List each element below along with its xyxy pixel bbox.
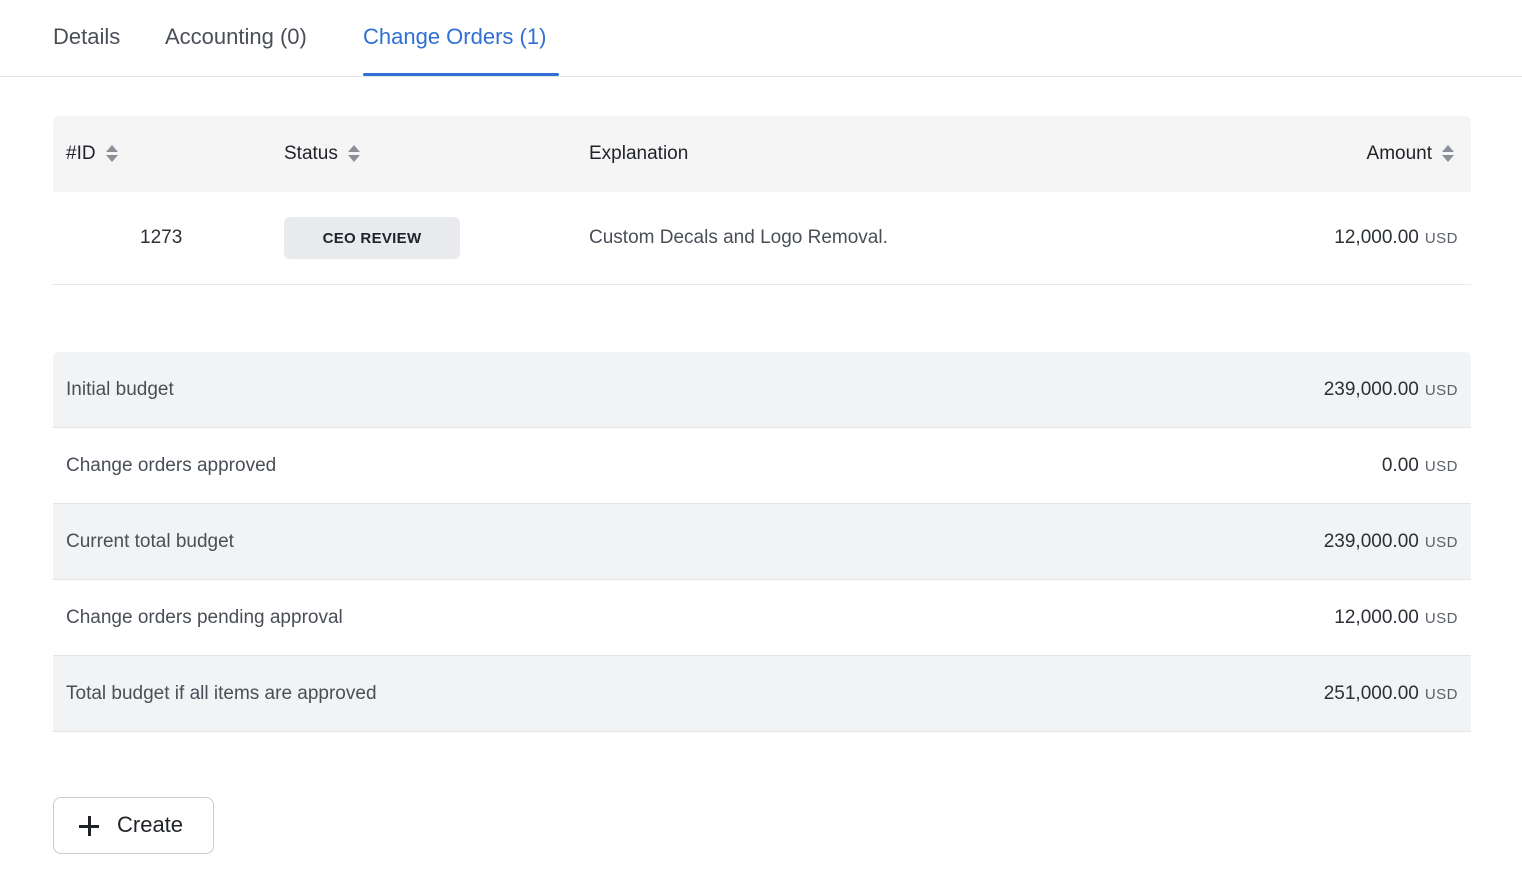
- plus-icon: [79, 816, 99, 836]
- summary-row-total-if-approved: Total budget if all items are approved 2…: [53, 656, 1471, 732]
- table-header: #ID Status Explanation Amount: [53, 116, 1471, 192]
- sort-icon[interactable]: [105, 144, 118, 164]
- currency-label: USD: [1424, 533, 1458, 551]
- column-header-id-label: #ID: [66, 143, 96, 164]
- change-orders-table: #ID Status Explanation Amount 1273 CEO R…: [53, 116, 1471, 285]
- sort-icon[interactable]: [1442, 144, 1454, 164]
- summary-label: Current total budget: [66, 531, 234, 552]
- column-header-amount[interactable]: Amount: [1367, 116, 1454, 192]
- budget-summary: Initial budget 239,000.00 USD Change ord…: [53, 352, 1471, 732]
- create-button[interactable]: Create: [53, 797, 214, 854]
- amount-value: 0.00: [1381, 455, 1419, 476]
- amount-value: 12,000.00: [1334, 227, 1419, 248]
- table-row[interactable]: 1273 CEO REVIEW Custom Decals and Logo R…: [53, 192, 1471, 285]
- summary-label: Total budget if all items are approved: [66, 683, 377, 704]
- column-header-explanation-label: Explanation: [589, 143, 689, 164]
- amount-value: 251,000.00: [1323, 683, 1419, 704]
- summary-value: 239,000.00 USD: [1324, 352, 1458, 428]
- summary-row-current-total-budget: Current total budget 239,000.00 USD: [53, 504, 1471, 580]
- summary-row-change-orders-approved: Change orders approved 0.00 USD: [53, 428, 1471, 504]
- currency-label: USD: [1424, 229, 1458, 247]
- change-order-amount: 12,000.00 USD: [1334, 192, 1458, 284]
- summary-label: Change orders approved: [66, 455, 277, 476]
- change-order-id: 1273: [140, 227, 183, 248]
- tab-bar: Details Accounting (0) Change Orders (1): [0, 0, 1522, 77]
- status-badge: CEO REVIEW: [284, 217, 460, 259]
- amount-value: 12,000.00: [1334, 607, 1419, 628]
- currency-label: USD: [1424, 457, 1458, 475]
- tab-details[interactable]: Details: [53, 24, 120, 50]
- currency-label: USD: [1424, 381, 1458, 399]
- summary-label: Change orders pending approval: [66, 607, 343, 628]
- tab-change-orders[interactable]: Change Orders (1): [363, 24, 546, 50]
- active-tab-indicator: [363, 73, 559, 76]
- amount-value: 239,000.00: [1323, 379, 1419, 400]
- column-header-status[interactable]: Status: [284, 116, 360, 192]
- column-header-amount-label: Amount: [1366, 143, 1432, 164]
- sort-icon[interactable]: [347, 144, 360, 164]
- summary-value: 239,000.00 USD: [1324, 504, 1458, 580]
- create-button-label: Create: [117, 812, 184, 837]
- change-order-explanation: Custom Decals and Logo Removal.: [589, 227, 888, 248]
- tab-accounting[interactable]: Accounting (0): [165, 24, 307, 50]
- summary-value: 12,000.00 USD: [1334, 580, 1458, 656]
- summary-row-initial-budget: Initial budget 239,000.00 USD: [53, 352, 1471, 428]
- summary-label: Initial budget: [66, 379, 174, 400]
- currency-label: USD: [1424, 685, 1458, 703]
- summary-value: 251,000.00 USD: [1324, 656, 1458, 732]
- column-header-explanation: Explanation: [589, 116, 688, 192]
- summary-row-pending-approval: Change orders pending approval 12,000.00…: [53, 580, 1471, 656]
- currency-label: USD: [1424, 609, 1458, 627]
- column-header-id[interactable]: #ID: [66, 116, 118, 192]
- column-header-status-label: Status: [284, 143, 338, 164]
- amount-value: 239,000.00: [1323, 531, 1419, 552]
- summary-value: 0.00 USD: [1382, 428, 1458, 504]
